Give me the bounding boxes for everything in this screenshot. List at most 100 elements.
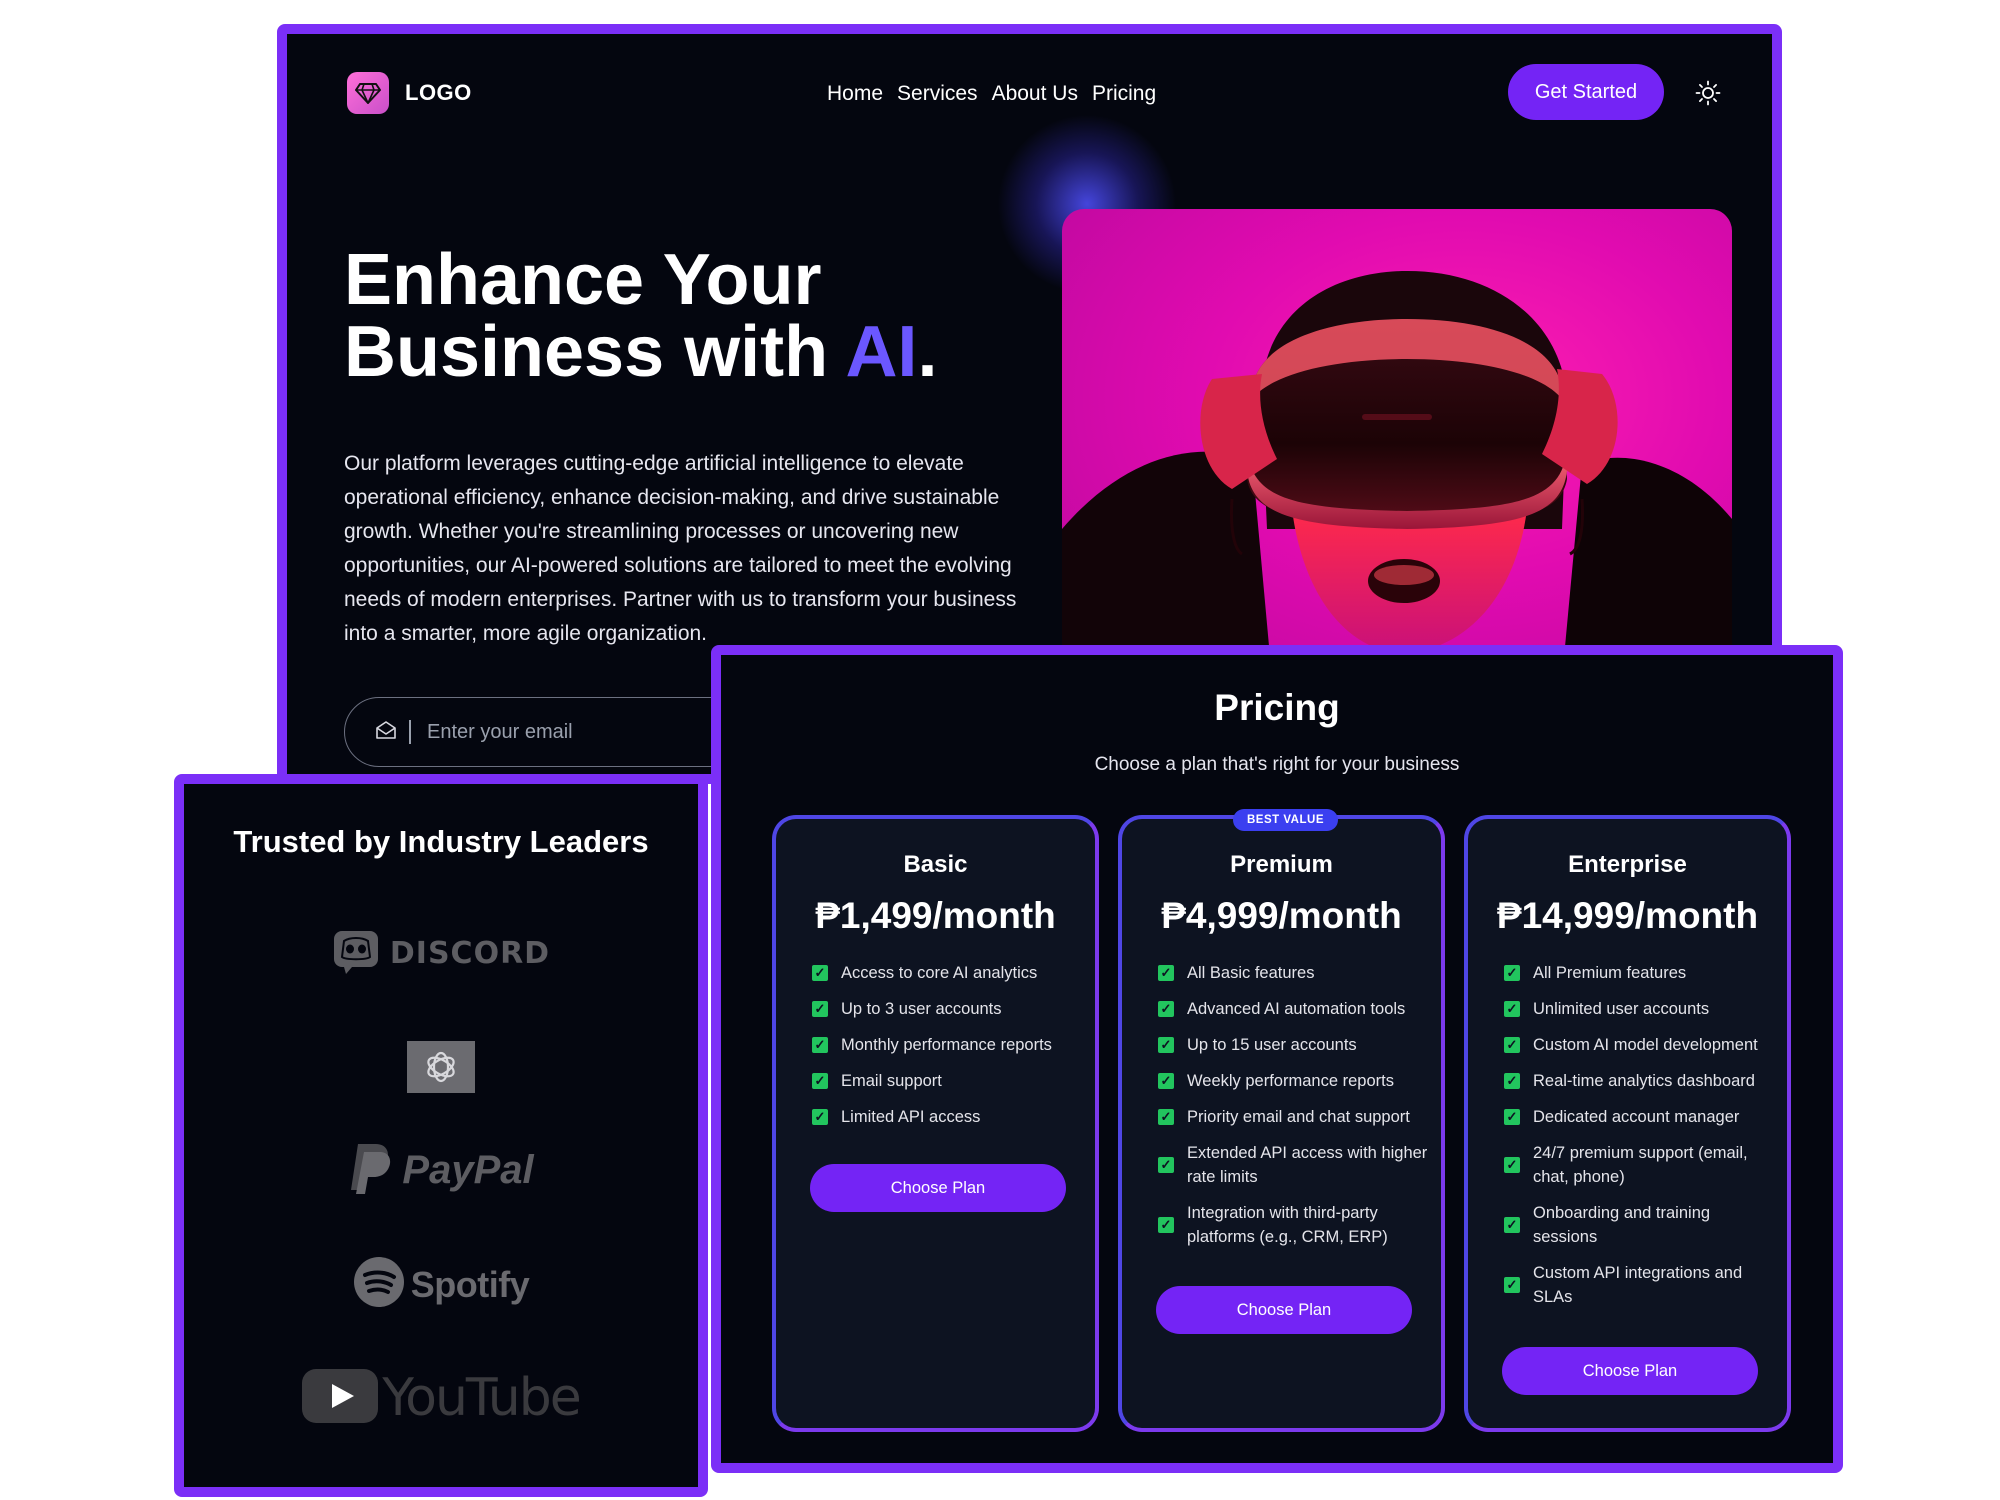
hero-title-line1: Enhance Your <box>344 240 822 320</box>
spotify-wordmark: Spotify <box>410 1263 530 1305</box>
feature-text: Integration with third-party platforms (… <box>1187 1204 1388 1246</box>
feature-text: Priority email and chat support <box>1187 1108 1410 1126</box>
check-icon: ✓ <box>1158 1157 1174 1173</box>
sun-icon[interactable] <box>1695 80 1721 106</box>
feature-item: ✓ Priority email and chat support <box>1158 1105 1428 1129</box>
check-icon: ✓ <box>1504 1157 1520 1173</box>
youtube-wordmark: YouTube <box>382 1368 581 1428</box>
check-icon: ✓ <box>812 1073 828 1089</box>
nav-pricing[interactable]: Pricing <box>1092 82 1156 106</box>
feature-item: ✓ Unlimited user accounts <box>1504 997 1774 1021</box>
feature-text: Up to 3 user accounts <box>841 1000 1002 1018</box>
check-icon: ✓ <box>1158 1217 1174 1233</box>
main-nav: Home Services About Us Pricing <box>827 82 1156 106</box>
check-icon: ✓ <box>1158 1037 1174 1053</box>
feature-item: ✓ Weekly performance reports <box>1158 1069 1428 1093</box>
hero-image-vr-headset <box>1062 209 1732 679</box>
plan-price: ₱14,999/month <box>1496 895 1759 936</box>
hero-title-suffix: . <box>917 312 938 392</box>
feature-item: ✓ All Premium features <box>1504 961 1774 985</box>
plan-name: Premium <box>1230 851 1333 878</box>
feature-text: Monthly performance reports <box>841 1036 1052 1054</box>
feature-item: ✓ Integration with third-party platforms … <box>1158 1201 1428 1249</box>
feature-text: Email support <box>841 1072 942 1090</box>
hero-title: Enhance Your Business with AI. <box>344 244 937 388</box>
plan-card-enterprise: Enterprise ₱14,999/month ✓ All Premium fe… <box>1464 815 1791 1432</box>
feature-text: Extended API access with higher rate lim… <box>1187 1144 1428 1186</box>
plan-price: ₱4,999/month <box>1161 895 1402 936</box>
feature-item: ✓ Email support <box>812 1069 1082 1093</box>
youtube-logo: YouTube <box>184 1368 698 1428</box>
choose-plan-basic-button[interactable]: Choose Plan <box>810 1164 1066 1212</box>
nav-home[interactable]: Home <box>827 82 883 106</box>
check-icon: ✓ <box>1504 1073 1520 1089</box>
feature-item: ✓ All Basic features <box>1158 961 1428 985</box>
feature-item: ✓ Access to core AI analytics <box>812 961 1082 985</box>
feature-text: Unlimited user accounts <box>1533 1000 1710 1018</box>
check-icon: ✓ <box>1504 1037 1520 1053</box>
feature-item: ✓ Monthly performance reports <box>812 1033 1082 1057</box>
feature-text: Advanced AI automation tools <box>1187 1000 1406 1018</box>
feature-item: ✓ Custom AI model development <box>1504 1033 1774 1057</box>
feature-item: ✓ Real-time analytics dashboard <box>1504 1069 1774 1093</box>
feature-item: ✓ Up to 15 user accounts <box>1158 1033 1428 1057</box>
feature-item: ✓ Extended API access with higher rate li… <box>1158 1141 1428 1189</box>
plan-name: Basic <box>903 851 968 878</box>
hero-title-line2: Business with <box>344 312 846 392</box>
check-icon: ✓ <box>812 1109 828 1125</box>
hero-description: Our platform leverages cutting-edge arti… <box>344 452 1017 645</box>
discord-wordmark: DISCORD <box>389 936 551 971</box>
check-icon: ✓ <box>1158 1001 1174 1017</box>
check-icon: ✓ <box>1504 1001 1520 1017</box>
feature-text: Limited API access <box>841 1108 981 1126</box>
plan-name: Enterprise <box>1568 851 1687 878</box>
nav-about-us[interactable]: About Us <box>992 82 1078 106</box>
choose-plan-premium-button[interactable]: Choose Plan <box>1156 1286 1412 1334</box>
spotify-logo: Spotify <box>184 1256 698 1313</box>
logo[interactable]: LOGO <box>347 72 472 114</box>
feature-text: Real-time analytics dashboard <box>1533 1072 1755 1090</box>
openai-logo <box>184 1041 698 1093</box>
discord-icon <box>332 927 380 980</box>
check-icon: ✓ <box>1158 1109 1174 1125</box>
input-divider <box>409 720 411 744</box>
openai-icon <box>407 1041 475 1093</box>
feature-text: Onboarding and training sessions <box>1533 1204 1711 1246</box>
plan-card-basic: Basic ₱1,499/month ✓ Access to core AI an… <box>772 815 1099 1432</box>
nav-services[interactable]: Services <box>897 82 978 106</box>
feature-list: ✓ All Premium features ✓ Unlimited user ac… <box>1504 961 1774 1321</box>
feature-text: All Premium features <box>1533 964 1687 982</box>
plan-card-premium: BEST VALUE Premium ₱4,999/month ✓ All Bas… <box>1118 809 1445 1432</box>
check-icon: ✓ <box>1504 965 1520 981</box>
check-icon: ✓ <box>812 1001 828 1017</box>
feature-text: All Basic features <box>1187 964 1315 982</box>
plan-price: ₱1,499/month <box>815 895 1056 936</box>
check-icon: ✓ <box>812 965 828 981</box>
check-icon: ✓ <box>1158 965 1174 981</box>
get-started-button[interactable]: Get Started <box>1508 64 1664 120</box>
feature-item: ✓ Onboarding and training sessions <box>1504 1201 1774 1249</box>
feature-text: Up to 15 user accounts <box>1187 1036 1357 1054</box>
trusted-title: Trusted by Industry Leaders <box>233 824 649 859</box>
check-icon: ✓ <box>1504 1277 1520 1293</box>
discord-logo: DISCORD <box>184 927 698 980</box>
hero-title-accent: AI <box>845 312 918 392</box>
feature-text: Dedicated account manager <box>1533 1108 1740 1126</box>
feature-item: ✓ Advanced AI automation tools <box>1158 997 1428 1021</box>
feature-item: ✓ Up to 3 user accounts <box>812 997 1082 1021</box>
spotify-icon <box>353 1256 405 1313</box>
feature-list: ✓ Access to core AI analytics ✓ Up to 3 us… <box>812 961 1082 1141</box>
check-icon: ✓ <box>812 1037 828 1053</box>
feature-item: ✓ Dedicated account manager <box>1504 1105 1774 1129</box>
diamond-icon <box>347 72 389 114</box>
mail-icon <box>375 720 397 745</box>
feature-item: ✓ Custom API integrations and SLAs <box>1504 1261 1774 1309</box>
pricing-section: Pricing Choose a plan that's right for y… <box>711 645 1843 1473</box>
pricing-title: Pricing <box>1214 687 1340 728</box>
feature-text: 24/7 premium support (email, chat, phone… <box>1533 1144 1748 1186</box>
feature-item: ✓ 24/7 premium support (email, chat, phon… <box>1504 1141 1774 1189</box>
feature-text: Custom API integrations and SLAs <box>1533 1264 1743 1306</box>
choose-plan-enterprise-button[interactable]: Choose Plan <box>1502 1347 1758 1395</box>
paypal-wordmark: PayPal <box>402 1148 534 1192</box>
pricing-subtitle: Choose a plan that's right for your busi… <box>1094 754 1460 775</box>
